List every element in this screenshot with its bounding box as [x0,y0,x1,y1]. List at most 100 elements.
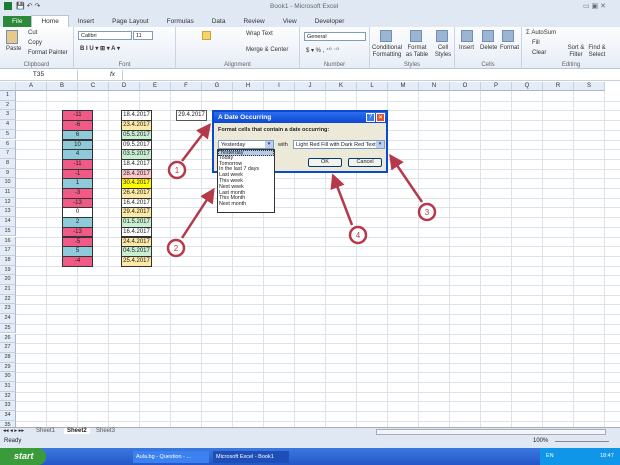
fill-button[interactable]: Fill [532,40,540,46]
tab-file[interactable]: File [3,16,32,27]
copy-button[interactable]: Copy [28,40,42,46]
delete-button[interactable]: Delete [480,45,497,51]
cell-F3[interactable]: 29.4.2017 [176,110,207,122]
cut-button[interactable]: Cut [28,30,37,36]
row-header[interactable]: 18 [0,255,16,266]
zoom-slider[interactable] [555,441,609,442]
window-controls[interactable]: ▭ ▣ ✕ [583,2,606,10]
row-header[interactable]: 16 [0,236,16,247]
row-header[interactable]: 28 [0,352,16,363]
horizontal-scrollbar[interactable] [376,429,606,435]
row-header[interactable]: 23 [0,304,16,315]
row-header[interactable]: 17 [0,246,16,256]
tab-review[interactable]: Review [234,16,273,27]
row-header[interactable]: 3 [0,110,16,121]
column-header-L[interactable]: L [357,82,388,91]
row-header[interactable]: 22 [0,294,16,305]
paste-button[interactable]: Paste [6,46,21,52]
column-header-M[interactable]: M [388,82,419,91]
column-header-G[interactable]: G [202,82,233,91]
row-header[interactable]: 2 [0,100,16,111]
column-header-K[interactable]: K [326,82,357,91]
row-header[interactable]: 8 [0,158,16,169]
column-header-D[interactable]: D [109,82,140,91]
sheet-nav-arrows[interactable]: ◂◂ ◂ ▸ ▸▸ [3,428,24,434]
bottom-align-icon[interactable] [202,31,211,40]
row-header[interactable]: 20 [0,275,16,285]
conditional-formatting-button[interactable]: Conditional Formatting [372,45,402,59]
row-header[interactable]: 29 [0,362,16,373]
row-header[interactable]: 12 [0,197,16,208]
sheet-tab-sheet1[interactable]: Sheet1 [36,428,55,434]
format-style-select[interactable]: Light Red Fill with Dark Red Text ▾ [293,140,385,149]
taskbar-item-browser[interactable]: Aula.bg - Question - ... [133,451,209,463]
row-header[interactable]: 27 [0,343,16,353]
insert-button[interactable]: Insert [459,45,474,51]
format-as-table-button[interactable]: Format as Table [405,45,429,59]
tab-home[interactable]: Home [31,15,69,27]
formula-input[interactable] [122,70,612,80]
wrap-text-button[interactable]: Wrap Text [246,31,273,37]
column-header-B[interactable]: B [47,82,78,91]
cell-styles-button[interactable]: Cell Styles [432,45,454,59]
cell-B18[interactable]: -4 [62,255,93,267]
column-header-P[interactable]: P [481,82,512,91]
quick-access-toolbar[interactable]: 💾 ↶ ↷ [16,2,40,10]
find-select-button[interactable]: Find & Select [586,45,608,59]
cancel-button[interactable]: Cancel [348,158,382,167]
column-header-I[interactable]: I [264,82,295,91]
cell-D18[interactable]: 25.4.2017 [121,255,152,267]
column-header-C[interactable]: C [78,82,109,91]
row-header[interactable]: 13 [0,207,16,218]
row-header[interactable]: 1 [0,91,16,101]
language-indicator[interactable]: EN [546,453,554,459]
column-header-A[interactable]: A [16,82,47,91]
ok-button[interactable]: OK [308,158,342,167]
sheet-tab-sheet3[interactable]: Sheet3 [96,428,115,434]
column-header-E[interactable]: E [140,82,171,91]
row-header[interactable]: 11 [0,188,16,198]
row-header[interactable]: 33 [0,401,16,412]
row-header[interactable]: 9 [0,168,16,179]
clear-button[interactable]: Clear [532,50,546,56]
row-header[interactable]: 10 [0,178,16,188]
row-header[interactable]: 4 [0,120,16,130]
name-box[interactable]: T35 [0,70,78,80]
tab-developer[interactable]: Developer [306,16,354,27]
row-header[interactable]: 32 [0,391,16,402]
merge-center-button[interactable]: Merge & Center [246,47,288,53]
row-header[interactable]: 26 [0,333,16,344]
font-size-select[interactable]: 11 [133,31,153,40]
row-header[interactable]: 19 [0,265,16,276]
number-format-select[interactable]: General [304,32,366,41]
format-painter-button[interactable]: Format Painter [28,50,68,56]
taskbar-item-excel[interactable]: Microsoft Excel - Book1 [213,451,289,463]
bold-italic-underline-buttons[interactable]: B I U ▾ ⊞ ▾ A ▾ [80,45,120,52]
row-header[interactable]: 31 [0,382,16,392]
dropdown-option[interactable]: Next month [218,201,274,208]
start-button[interactable]: start [0,448,46,465]
tab-view[interactable]: View [274,16,306,27]
row-header[interactable]: 6 [0,139,16,150]
font-name-select[interactable]: Calibri [78,31,132,40]
column-header-Q[interactable]: Q [512,82,543,91]
percent-button[interactable]: $ ▾ % , ⁺⁰ ⁻⁰ [306,47,339,54]
tab-formulas[interactable]: Formulas [158,16,203,27]
tab-data[interactable]: Data [203,16,235,27]
sheet-tab-sheet2[interactable]: Sheet2 [64,428,90,434]
format-button[interactable]: Format [500,45,519,51]
row-header[interactable]: 7 [0,149,16,159]
sort-filter-button[interactable]: Sort & Filter [566,45,586,59]
row-header[interactable]: 21 [0,285,16,295]
row-header[interactable]: 25 [0,323,16,334]
column-header-H[interactable]: H [233,82,264,91]
tab-page-layout[interactable]: Page Layout [103,16,158,27]
column-header-F[interactable]: F [171,82,202,91]
row-header[interactable]: 15 [0,226,16,237]
close-icon[interactable]: ✕ [376,113,385,122]
select-all-corner[interactable] [0,82,16,91]
column-header-S[interactable]: S [574,82,605,91]
row-header[interactable]: 24 [0,314,16,324]
column-header-O[interactable]: O [450,82,481,91]
column-header-R[interactable]: R [543,82,574,91]
